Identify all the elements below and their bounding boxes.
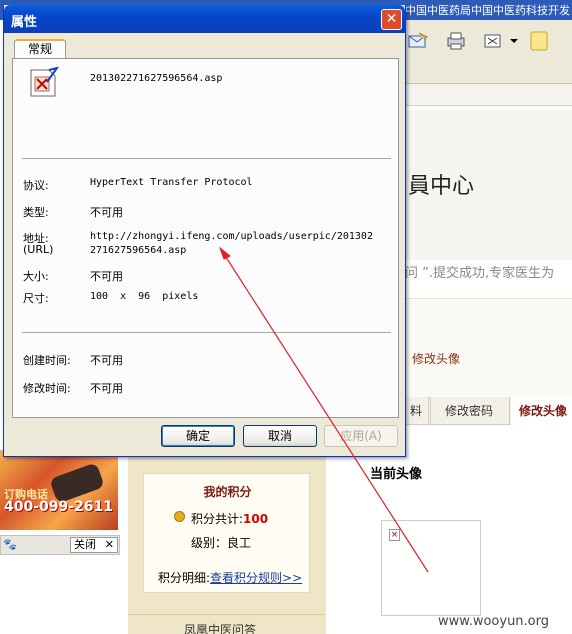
chevron-down-icon[interactable] [508,30,520,52]
type-value: 不可用 [90,206,123,219]
sidebar-footer: 凤凰中医问答 [128,614,326,634]
created-label: 创建时间: [23,354,71,367]
promo-phone: 400-099-2611 [4,499,114,515]
promo-close-button[interactable]: 关闭 ✕ [70,537,118,553]
type-label: 类型: [23,206,49,219]
detail-label: 积分明细: [158,571,211,585]
mail-icon[interactable] [407,30,429,52]
dialog-close-button[interactable]: ✕ [381,9,402,30]
breadcrumb-band [405,298,572,398]
points-detail: 积分明细:查看积分规则>> [158,569,302,586]
dimensions-label: 尺寸: [23,292,49,305]
coin-icon [174,511,185,522]
current-avatar-heading: 当前头像 [370,467,423,482]
watermark: www.wooyun.org [438,614,550,629]
note-icon[interactable] [528,30,550,52]
profile-tabs: 料 修改密码 修改头像 [405,397,572,425]
browser-address-strip [405,84,572,106]
file-name: 2013022716275965​64.asp [90,73,223,84]
created-value: 不可用 [90,354,123,367]
modified-value: 不可用 [90,382,123,395]
apply-button[interactable]: 应用(A) [324,425,398,447]
address-value-line1[interactable]: http://zhongyi.ifeng.com/uploads/userpic… [90,231,373,242]
properties-dialog: 属性 ✕ 常规 2013022716275965​64.asp 协议: Hype… [3,5,406,457]
points-rules-link[interactable]: 查看积分规则>> [210,571,302,585]
dimensions-value: 100 x 96 pixels [90,291,199,302]
size-value: 不可用 [90,270,123,283]
edit-icon[interactable] [482,30,504,52]
broken-image-icon[interactable]: × [389,529,400,541]
submission-notice: 问 ”.提交成功,专家医生为 [405,266,555,281]
close-label: 关闭 [74,538,96,551]
browser-title-text: 中国中医药局中国中医药科技开发 [405,4,570,17]
points-total: 积分共计:100 [191,510,268,527]
points-total-value: 100 [243,512,269,526]
level-label: 级别： [191,536,228,550]
size-label: 大小: [23,270,49,283]
file-icon [30,67,59,97]
separator [22,332,391,333]
protocol-value: HyperText Transfer Protocol [90,177,253,188]
modified-label: 修改时间: [23,382,71,395]
member-center-title: 員中心 [408,174,475,199]
protocol-label: 协议: [23,179,49,192]
paw-icon: 🐾 [3,538,17,551]
close-icon: ✕ [104,538,114,551]
general-panel: 2013022716275965​64.asp 协议: HyperText Tr… [12,58,399,418]
ok-button[interactable]: 确定 [161,425,235,447]
cancel-button[interactable]: 取消 [243,425,317,447]
address-value-line2[interactable]: 271627596564.asp [90,245,186,256]
dialog-titlebar[interactable]: 属性 ✕ [4,5,405,33]
print-icon[interactable] [445,30,467,52]
level-value: 良工 [227,536,252,550]
points-total-label: 积分共计: [191,512,244,526]
points-title: 我的积分 [203,485,252,499]
points-panel: 我的积分 积分共计:100 级别：良工 积分明细:查看积分规则>> [143,473,310,593]
avatar-image-frame: × [381,520,481,616]
separator [22,158,391,159]
points-level: 级别：良工 [191,534,251,551]
tab-change-avatar[interactable]: 修改头像 [511,397,572,425]
screenshot: { "background": { "top_strip_text": "中国中… [0,0,572,634]
dialog-title: 属性 [11,15,38,30]
sidebar-footer-label: 凤凰中医问答 [184,623,257,634]
close-icon: ✕ [385,11,398,27]
tab-profile[interactable]: 料 [402,397,432,425]
breadcrumb-edit-avatar[interactable]: 修改头像 [412,350,460,367]
address-label-url: (URL) [23,243,54,256]
tab-change-password[interactable]: 修改密码 [428,397,510,425]
tab-general[interactable]: 常规 [14,39,66,59]
